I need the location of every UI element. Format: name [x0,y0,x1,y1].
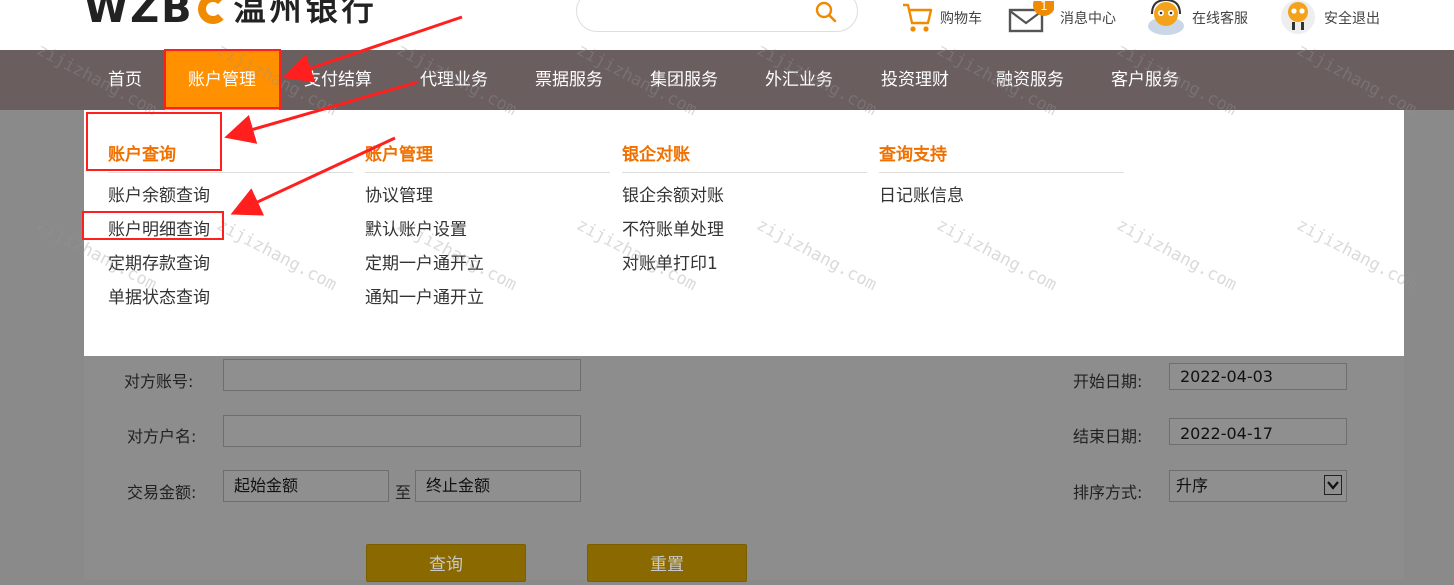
menu-item-notice-one-account-open[interactable]: 通知一户通开立 [365,281,610,315]
menu-item-detail-query[interactable]: 账户明细查询 [108,213,353,247]
logo-ring-icon [197,0,228,24]
logo-chinese-text: 温州银行 [233,0,378,28]
cart-label: 购物车 [940,11,982,27]
counterparty-account-label: 对方账号: [124,372,194,391]
column-heading-query-support[interactable]: 查询支持 [879,140,1124,173]
menu-item-balance-query[interactable]: 账户余额查询 [108,179,353,213]
cart-link[interactable]: 购物车 [900,0,982,36]
top-header: WZB 温州银行 购物车 1 消息中心 在线客服 安全退出 [0,0,1454,50]
menu-item-default-account-setting[interactable]: 默认账户设置 [365,213,610,247]
service-agent-icon [1148,0,1184,35]
svg-text:1: 1 [1040,1,1048,13]
menu-item-agreement-management[interactable]: 协议管理 [365,179,610,213]
search-input[interactable] [576,0,858,32]
amount-to-label: 至 [395,483,412,502]
nav-item-bill-service[interactable]: 票据服务 [535,50,603,110]
dropdown-column-account-query: 账户查询 账户余额查询 账户明细查询 定期存款查询 单据状态查询 [108,140,353,315]
online-service-link[interactable]: 在线客服 [1146,0,1248,36]
logout-label: 安全退出 [1324,11,1380,27]
sort-select[interactable]: 升序 [1169,470,1347,502]
sort-select-value: 升序 [1176,476,1209,495]
menu-item-statement-print[interactable]: 对账单打印1 [622,247,867,281]
dropdown-column-account-management: 账户管理 协议管理 默认账户设置 定期一户通开立 通知一户通开立 [365,140,610,315]
cart-icon [903,3,933,32]
query-button[interactable]: 查询 [366,544,526,582]
dropdown-column-bank-reconciliation: 银企对账 银企余额对账 不符账单处理 对账单打印1 [622,140,867,281]
menu-item-mismatch-handling[interactable]: 不符账单处理 [622,213,867,247]
reset-button[interactable]: 重置 [587,544,747,582]
account-management-dropdown: 账户查询 账户余额查询 账户明细查询 定期存款查询 单据状态查询 账户管理 协议… [84,110,1404,356]
dropdown-column-query-support: 查询支持 日记账信息 [879,140,1124,213]
nav-item-home[interactable]: 首页 [108,50,142,110]
main-nav: 首页 账户管理 支付结算 代理业务 票据服务 集团服务 外汇业务 投资理财 融资… [0,50,1454,110]
nav-item-account-management[interactable]: 账户管理 [165,50,279,110]
logout-link[interactable]: 安全退出 [1278,0,1380,36]
service-label: 在线客服 [1192,11,1248,27]
menu-item-journal-info[interactable]: 日记账信息 [879,179,1124,213]
chevron-down-icon[interactable] [1324,475,1342,495]
nav-item-agency-business[interactable]: 代理业务 [420,50,488,110]
nav-item-payment-settlement[interactable]: 支付结算 [304,50,372,110]
sort-label: 排序方式: [1073,483,1143,502]
logout-mascot-icon [1281,0,1315,34]
nav-item-group-service[interactable]: 集团服务 [650,50,718,110]
start-date-input[interactable]: 2022-04-03 [1169,363,1347,390]
menu-item-deposit-query[interactable]: 定期存款查询 [108,247,353,281]
column-heading-account-query[interactable]: 账户查询 [108,140,353,173]
message-label: 消息中心 [1060,11,1116,27]
end-date-label: 结束日期: [1073,427,1143,446]
start-date-label: 开始日期: [1073,372,1143,391]
counterparty-name-input[interactable] [223,415,581,447]
nav-item-financing[interactable]: 融资服务 [996,50,1064,110]
nav-item-customer-service[interactable]: 客户服务 [1111,50,1179,110]
amount-max-input[interactable]: 终止金额 [415,470,581,502]
nav-item-investment[interactable]: 投资理财 [881,50,949,110]
envelope-icon: 1 [1008,1,1054,33]
search-icon[interactable] [815,1,837,23]
nav-item-foreign-exchange[interactable]: 外汇业务 [765,50,833,110]
amount-label: 交易金额: [127,483,197,502]
message-center-link[interactable]: 1 消息中心 [1008,0,1116,36]
column-heading-account-management[interactable]: 账户管理 [365,140,610,173]
amount-min-input[interactable]: 起始金额 [223,470,389,502]
end-date-input[interactable]: 2022-04-17 [1169,418,1347,445]
counterparty-name-label: 对方户名: [127,427,197,446]
bank-logo[interactable]: WZB 温州银行 [84,0,378,32]
logo-latin-text: WZB [84,0,194,32]
menu-item-fixed-one-account-open[interactable]: 定期一户通开立 [365,247,610,281]
counterparty-account-input[interactable] [223,359,581,391]
column-heading-bank-reconciliation[interactable]: 银企对账 [622,140,867,173]
menu-item-balance-reconciliation[interactable]: 银企余额对账 [622,179,867,213]
menu-item-document-status-query[interactable]: 单据状态查询 [108,281,353,315]
